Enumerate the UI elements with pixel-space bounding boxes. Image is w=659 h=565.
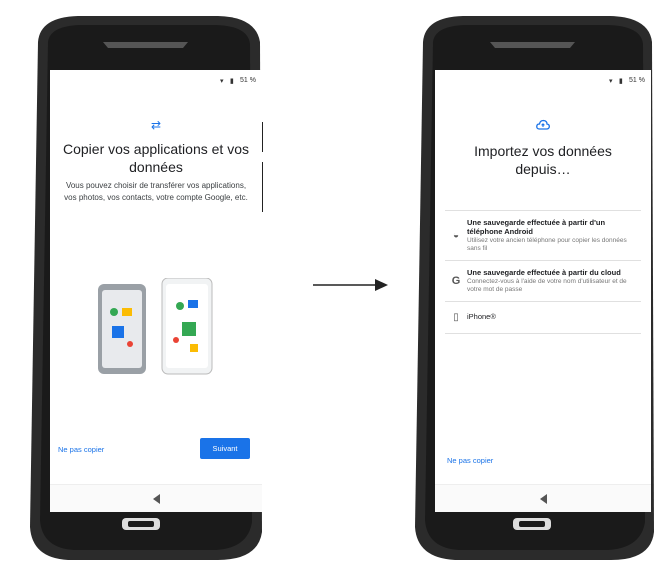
option-subtitle: Utilisez votre ancien téléphone pour cop… xyxy=(467,237,627,252)
option-android-backup[interactable]: ◒ Une sauvegarde effectuée à partir d'un… xyxy=(445,210,641,260)
option-iphone[interactable]: ▯ iPhone® xyxy=(445,301,641,334)
page-title: Importez vos données depuis… xyxy=(474,143,612,177)
back-icon[interactable] xyxy=(152,493,160,504)
option-title: Une sauvegarde effectuée à partir d'un t… xyxy=(467,218,606,236)
wifi-icon: ▾ xyxy=(220,77,224,85)
status-bar: ▾ ▮ 51 % xyxy=(435,70,651,90)
back-icon[interactable] xyxy=(539,493,547,504)
option-subtitle: Connectez-vous à l'aide de votre nom d'u… xyxy=(467,278,627,293)
battery-percent: 51 % xyxy=(629,76,645,84)
battery-icon: ▮ xyxy=(230,77,234,85)
flow-arrow-icon xyxy=(313,279,388,291)
status-bar: ▾ ▮ 51 % xyxy=(50,70,262,90)
google-icon: G xyxy=(451,275,461,287)
cloud-icon xyxy=(435,118,651,136)
option-title: iPhone® xyxy=(467,312,496,321)
phone-right: ▾ ▮ 51 % Importez vos données depuis… ◒ … xyxy=(405,12,655,562)
left-screen: ▾ ▮ 51 % ⇄ Copier vos applications et vo… xyxy=(50,70,262,512)
skip-button[interactable]: Ne pas copier xyxy=(58,445,104,454)
skip-button[interactable]: Ne pas copier xyxy=(447,456,493,465)
option-title: Une sauvegarde effectuée à partir du clo… xyxy=(467,268,621,277)
android-icon: ◒ xyxy=(452,230,460,241)
page-title: Copier vos applications et vos données xyxy=(63,141,249,175)
next-button[interactable]: Suivant xyxy=(200,438,250,459)
nav-bar xyxy=(50,484,262,512)
right-screen: ▾ ▮ 51 % Importez vos données depuis… ◒ … xyxy=(435,70,651,512)
battery-percent: 51 % xyxy=(240,76,256,84)
phone-left: ▾ ▮ 51 % ⇄ Copier vos applications et vo… xyxy=(18,12,263,562)
nav-bar xyxy=(435,484,651,512)
transfer-icon: ⇄ xyxy=(150,118,162,132)
phone-icon: ▯ xyxy=(453,312,459,323)
import-options: ◒ Une sauvegarde effectuée à partir d'un… xyxy=(445,210,641,334)
battery-icon: ▮ xyxy=(619,77,623,85)
transfer-illustration xyxy=(98,278,213,375)
wifi-icon: ▾ xyxy=(609,77,613,85)
page-description: Vous pouvez choisir de transférer vos ap… xyxy=(64,181,248,202)
option-cloud-backup[interactable]: G Une sauvegarde effectuée à partir du c… xyxy=(445,260,641,301)
